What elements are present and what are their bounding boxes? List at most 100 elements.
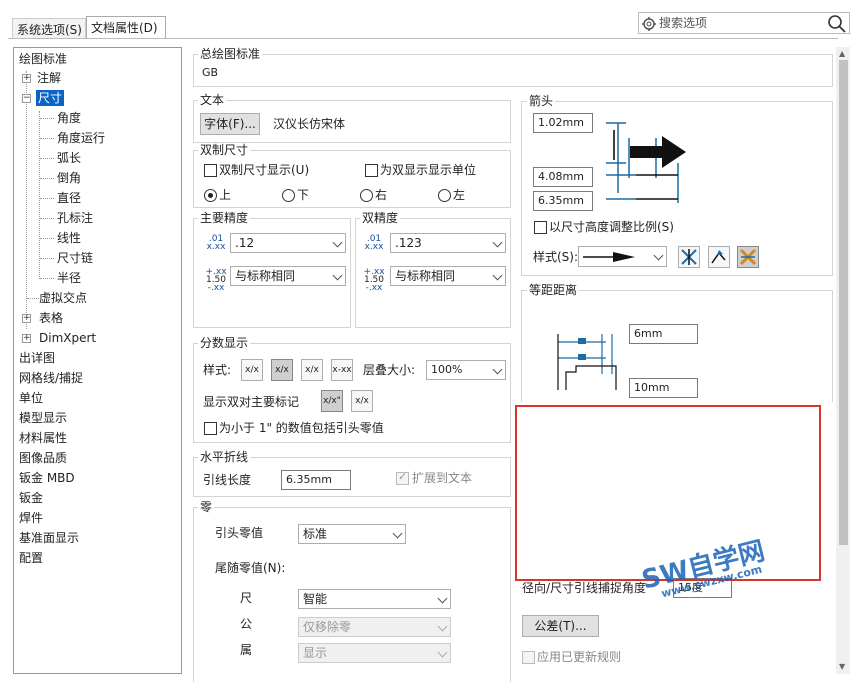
search-icon[interactable] <box>827 14 847 34</box>
radio-left-label: 左 <box>453 188 466 202</box>
tab-document-properties[interactable]: 文档属性(D) <box>86 16 166 39</box>
tol-icon-bottom: -.xx <box>207 283 225 293</box>
arrow-length-input[interactable]: 6.35mm <box>533 191 593 211</box>
tree-item-linear[interactable]: 线性 <box>57 230 81 246</box>
leading-zero-checkbox[interactable] <box>204 422 217 435</box>
dual-primary-style-1-button[interactable]: x/x" <box>321 390 343 412</box>
radio-bottom[interactable] <box>282 189 295 202</box>
primary-tolerance-select[interactable]: 与标称相同 <box>230 266 346 286</box>
tree-item-grid-snap[interactable]: 网格线/捕捉 <box>19 370 83 386</box>
tree-line <box>40 138 54 139</box>
tree-item-diameter[interactable]: 直径 <box>57 190 81 206</box>
expand-icon[interactable]: + <box>22 334 31 343</box>
tree-item-angle-running[interactable]: 角度运行 <box>57 130 105 146</box>
tree-item-sheetmetal[interactable]: 钣金 <box>19 490 43 506</box>
search-input[interactable]: 搜索选项 <box>659 15 707 31</box>
dual-units-checkbox[interactable] <box>365 164 378 177</box>
dual-display-checkbox[interactable] <box>204 164 217 177</box>
tree-item-plane-display[interactable]: 基准面显示 <box>19 530 79 546</box>
document-properties-dialog: { "tabs":[{"label":"系统选项(S)"},{"label":"… <box>0 0 850 682</box>
arrows-smart-button[interactable] <box>737 246 759 268</box>
dual-units-label: 为双显示显示单位 <box>380 163 477 177</box>
arrow-width-input[interactable]: 1.02mm <box>533 113 593 133</box>
tree-item-angle[interactable]: 角度 <box>57 110 81 126</box>
tree-item-hole-callout[interactable]: 孔标注 <box>57 210 93 226</box>
arrow-height-input[interactable]: 4.08mm <box>533 167 593 187</box>
arrows-outside-button[interactable] <box>708 246 730 268</box>
scroll-down-icon[interactable]: ▼ <box>839 662 845 671</box>
tree-line <box>40 258 54 259</box>
tree-item-weldments[interactable]: 焊件 <box>19 510 43 526</box>
arrows-inside-button[interactable] <box>678 246 700 268</box>
tol-zero-select[interactable]: 仅移除零 <box>298 617 451 637</box>
tree-item-annotations[interactable]: 注解 <box>37 70 61 86</box>
tree-item-drawing-standard[interactable]: 绘图标准 <box>19 51 67 67</box>
scroll-up-icon[interactable]: ▲ <box>839 49 845 58</box>
radio-left[interactable] <box>438 189 451 202</box>
tolerance-button[interactable]: 公差(T)... <box>522 615 599 637</box>
radio-top[interactable] <box>204 189 217 202</box>
dual-tolerance-select[interactable]: 与标称相同 <box>390 266 506 286</box>
radio-right[interactable] <box>360 189 373 202</box>
tree-line <box>40 218 54 219</box>
tree-item-configurations[interactable]: 配置 <box>19 550 43 566</box>
prop-zero-select[interactable]: 显示 <box>298 643 451 663</box>
primary-precision-select[interactable]: .12 <box>230 233 346 253</box>
search-box[interactable]: 搜索选项 <box>638 12 850 34</box>
tree-item-material[interactable]: 材料属性 <box>19 430 67 446</box>
overall-standard-group <box>193 54 833 87</box>
tree-item-sheetmetal-mbd[interactable]: 钣金 MBD <box>19 470 75 486</box>
gear-icon[interactable] <box>641 16 657 32</box>
arrow-style-select[interactable] <box>578 246 667 267</box>
scrollbar-thumb[interactable] <box>839 60 848 545</box>
tol-zero-value: 仅移除零 <box>303 620 352 634</box>
leading-zeros-select[interactable]: 标准 <box>298 524 406 544</box>
leading-zero-label: 为小于 1" 的数值包括引头零值 <box>219 421 384 435</box>
tree-item-arc-length[interactable]: 弧长 <box>57 150 81 166</box>
tolerance-precision-icon: +.xx 1.50 -.xx <box>204 268 228 293</box>
extend-to-text-checkbox[interactable]: ✓ <box>396 470 409 485</box>
tree-item-image-quality[interactable]: 图像品质 <box>19 450 67 466</box>
dual-precision-select[interactable]: .123 <box>390 233 506 253</box>
tree-item-model-display[interactable]: 模型显示 <box>19 410 67 426</box>
tree-item-chain[interactable]: 尺寸链 <box>57 250 93 266</box>
expand-icon[interactable]: + <box>22 74 31 83</box>
leading-zeros-label: 引头零值 <box>215 526 264 540</box>
tree-item-dimensions[interactable]: 尺寸 <box>36 90 65 106</box>
dual-precision-value: .123 <box>395 236 422 250</box>
tree-item-radius[interactable]: 半径 <box>57 270 81 286</box>
prop-zero-value: 显示 <box>303 646 328 660</box>
dim-zero-select[interactable]: 智能 <box>298 589 451 609</box>
leading-zeros-value: 标准 <box>303 527 328 541</box>
dual-display-label: 双制尺寸显示(U) <box>219 163 310 177</box>
tree-item-dimxpert[interactable]: DimXpert <box>39 330 96 346</box>
tab-system-options[interactable]: 系统选项(S) <box>12 18 86 38</box>
arrows-inside-icon <box>681 249 697 265</box>
scale-with-height-checkbox[interactable] <box>534 221 547 234</box>
tree-item-virtual-sharp[interactable]: 虚拟交点 <box>39 290 87 306</box>
dual-primary-style-2-button[interactable]: x/x <box>351 390 373 412</box>
arrows-smart-icon <box>739 248 757 266</box>
offset-distance-2-input[interactable]: 10mm <box>629 378 698 398</box>
tree-item-units[interactable]: 单位 <box>19 390 43 406</box>
offset-distance-1-input[interactable]: 6mm <box>629 324 698 344</box>
apply-updated-checkbox[interactable] <box>522 651 535 664</box>
arrow-style-icon <box>583 252 635 262</box>
options-tree[interactable]: 绘图标准 + 注解 − 尺寸 角度 角度运行 弧长 倒角 直径 孔标注 线性 尺… <box>13 47 182 674</box>
expand-icon[interactable]: + <box>22 314 31 323</box>
font-button[interactable]: 字体(F)... <box>200 113 260 135</box>
tree-item-tables[interactable]: 表格 <box>39 310 63 326</box>
fraction-style-1-button[interactable]: x/x <box>241 359 263 381</box>
fraction-style-3-button[interactable]: x/x <box>301 359 323 381</box>
tree-item-chamfer[interactable]: 倒角 <box>57 170 81 186</box>
fraction-style-2-button[interactable]: x/x <box>271 359 293 381</box>
scale-with-height-label: 以尺寸高度调整比例(S) <box>549 220 674 234</box>
precision-icon-bottom: x.xx <box>206 242 226 252</box>
tree-item-detailing[interactable]: 出详图 <box>19 350 55 366</box>
fraction-style-4-button[interactable]: x-xx <box>331 359 353 381</box>
leader-length-label: 引线长度 <box>203 473 252 487</box>
leader-length-input[interactable]: 6.35mm <box>281 470 351 490</box>
collapse-icon[interactable]: − <box>22 94 31 103</box>
stack-size-select[interactable]: 100% <box>426 360 506 380</box>
tree-line <box>40 198 54 199</box>
